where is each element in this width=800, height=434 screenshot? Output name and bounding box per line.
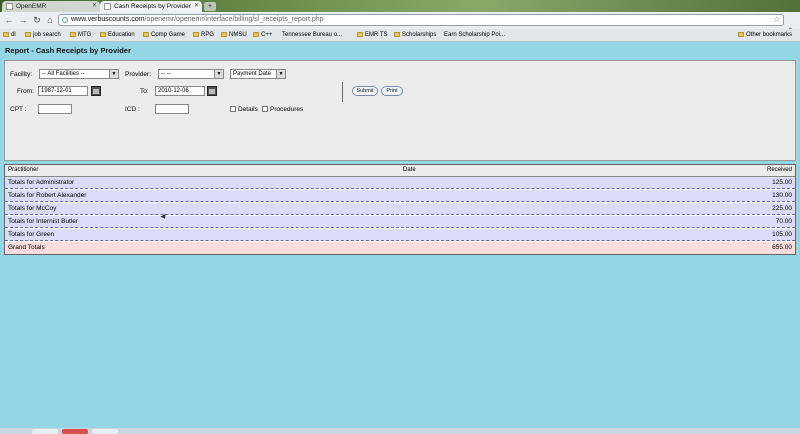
facility-label: Facility: — [10, 71, 33, 78]
chevron-down-icon: ▼ — [276, 70, 285, 78]
taskbar-button[interactable] — [62, 429, 88, 434]
cpt-input[interactable] — [38, 104, 72, 114]
reload-icon[interactable]: ↻ — [32, 15, 42, 26]
taskbar-button[interactable] — [92, 429, 118, 434]
tab-label: Cash Receipts by Provider — [114, 3, 191, 10]
home-icon[interactable]: ⌂ — [45, 15, 55, 26]
table-header: Practitioner Date Received — [5, 165, 795, 177]
icd-input[interactable] — [155, 104, 189, 114]
table-row: Totals for Robert Alexander 130.00 — [5, 190, 795, 202]
globe-icon — [62, 17, 68, 23]
bookmark-item[interactable]: NMSU — [221, 29, 247, 41]
from-date-input[interactable]: 1987-12-01 — [38, 86, 88, 96]
other-bookmarks[interactable]: Other bookmarks — [738, 29, 792, 41]
results-table: Practitioner Date Received Totals for Ad… — [4, 164, 796, 255]
folder-icon — [394, 31, 400, 37]
calendar-icon[interactable] — [207, 86, 217, 96]
submit-button[interactable]: Submit — [352, 86, 378, 96]
bookmark-item[interactable]: MTG — [70, 29, 91, 41]
filter-panel: Facility: -- All Facilities -- ▼ Provider… — [4, 60, 796, 161]
url-path: /openemr/openemr/interface/billing/sl_re… — [144, 16, 324, 23]
col-received: Received — [766, 167, 792, 173]
bookmarks-bar: dl job search MTG Education Comp Game RP… — [0, 29, 800, 76]
bookmark-item[interactable]: Earn Scholarship Poi... — [444, 29, 505, 76]
to-label: To: — [140, 88, 149, 95]
folder-icon — [253, 31, 259, 37]
procedures-checkbox[interactable] — [262, 106, 268, 112]
to-date-input[interactable]: 2010-12-06 — [155, 86, 205, 96]
table-row: Totals for Internist Butler 70.00 — [5, 216, 795, 228]
facility-select[interactable]: -- All Facilities -- ▼ — [39, 69, 119, 79]
cpt-label: CPT : — [10, 106, 27, 113]
table-row: Totals for Administrator 125.00 — [5, 177, 795, 189]
table-row: Totals for Green 105.00 — [5, 229, 795, 241]
tab-label: OpenEMR — [16, 3, 47, 10]
tab-cash-receipts[interactable]: Cash Receipts by Provider ✕ — [100, 1, 202, 12]
page-title: Report - Cash Receipts by Provider — [5, 46, 131, 55]
folder-icon — [221, 31, 227, 37]
chevron-down-icon: ▼ — [214, 70, 223, 78]
details-checkbox[interactable] — [230, 106, 236, 112]
bookmark-star-icon[interactable]: ☆ — [773, 15, 780, 25]
folder-icon — [143, 31, 149, 37]
bookmark-item[interactable]: RPG — [193, 29, 214, 41]
tab-openemr[interactable]: OpenEMR ✕ — [2, 1, 100, 12]
bookmark-item[interactable]: dl — [3, 29, 16, 41]
browser-titlebar: OpenEMR ✕ Cash Receipts by Provider ✕ + — [0, 0, 800, 12]
provider-select[interactable]: -- -- ▼ — [158, 69, 224, 79]
from-label: From: — [17, 88, 34, 95]
folder-icon — [100, 31, 106, 37]
col-practitioner: Practitioner — [8, 167, 39, 173]
report-page: Report - Cash Receipts by Provider Facil… — [0, 42, 800, 434]
divider — [342, 82, 343, 102]
print-button[interactable]: Print — [381, 86, 403, 96]
chevron-down-icon: ▼ — [109, 70, 118, 78]
tab-close-icon[interactable]: ✕ — [92, 1, 97, 12]
bookmark-item[interactable]: Scholarships — [394, 29, 436, 41]
col-date: Date — [403, 167, 416, 173]
bookmark-item[interactable]: Tennessee Bureau o... — [282, 29, 342, 76]
bookmark-item[interactable]: Education — [100, 29, 135, 41]
folder-icon — [193, 31, 199, 37]
url-host: www.verbuscounts.com — [71, 16, 145, 23]
address-bar[interactable]: www.verbuscounts.com/openemr/openemr/int… — [58, 14, 784, 26]
calendar-icon[interactable] — [91, 86, 101, 96]
browser-toolbar: ← → ↻ ⌂ www.verbuscounts.com/openemr/ope… — [0, 12, 800, 36]
page-favicon-icon — [6, 3, 13, 10]
grand-total-row: Grand Totals 655.00 — [5, 242, 795, 254]
bookmark-item[interactable]: Comp Game — [143, 29, 185, 41]
folder-icon — [25, 31, 31, 37]
details-label: Details — [238, 106, 258, 113]
back-icon[interactable]: ← — [4, 15, 14, 26]
procedures-label: Procedures — [270, 106, 304, 113]
folder-icon — [3, 31, 9, 37]
bookmark-item[interactable]: EMR TS — [357, 29, 388, 41]
folder-icon — [357, 31, 363, 37]
taskbar-button[interactable] — [32, 429, 58, 434]
tab-close-icon[interactable]: ✕ — [194, 1, 199, 12]
icd-label: ICD : — [125, 106, 140, 113]
table-row: Totals for McCoy 225.00 — [5, 203, 795, 215]
forward-icon[interactable]: → — [18, 15, 28, 26]
date-type-select[interactable]: Payment Date ▼ — [230, 69, 286, 79]
provider-label: Provider: — [125, 71, 152, 78]
folder-icon — [70, 31, 76, 37]
page-favicon-icon — [104, 3, 111, 10]
taskbar — [0, 428, 800, 434]
bookmark-item[interactable]: job search — [25, 29, 61, 41]
bookmark-item[interactable]: C++ — [253, 29, 272, 41]
folder-icon — [738, 31, 744, 37]
new-tab-button[interactable]: + — [204, 2, 216, 11]
